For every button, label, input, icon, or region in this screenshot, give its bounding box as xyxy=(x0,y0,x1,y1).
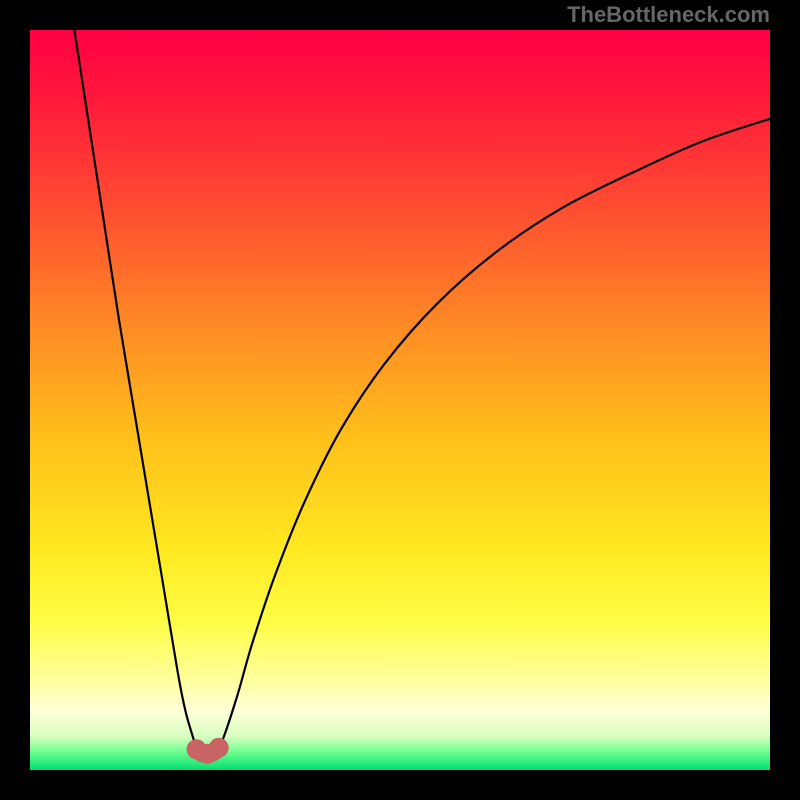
chart-frame: TheBottleneck.com xyxy=(0,0,800,800)
attribution-text: TheBottleneck.com xyxy=(567,2,770,28)
dot-right xyxy=(209,738,229,758)
bottleneck-chart xyxy=(0,0,800,800)
plot-background xyxy=(30,30,770,770)
